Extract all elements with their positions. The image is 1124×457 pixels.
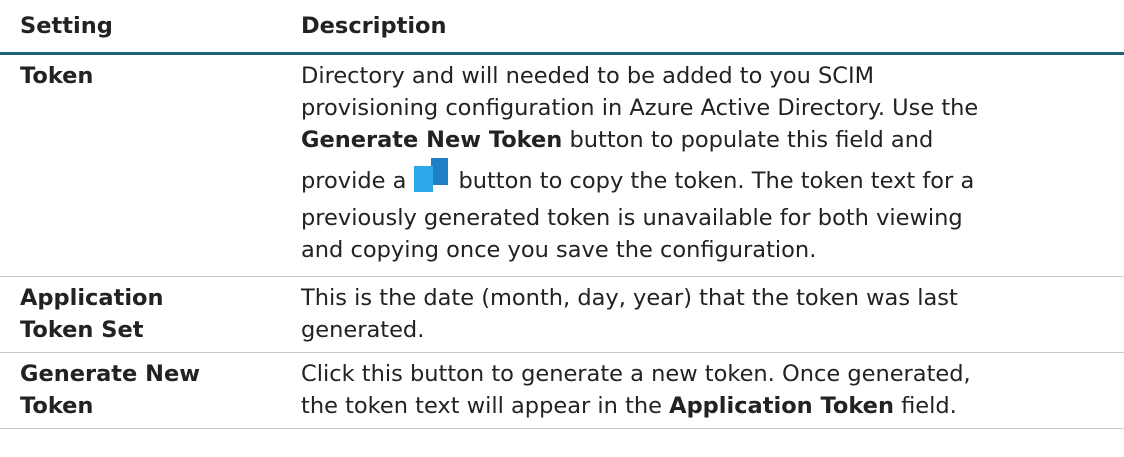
description-line: generated.: [301, 317, 425, 343]
table-header-row: Setting Description: [0, 0, 1124, 55]
description-text: button to copy the token. The token text…: [458, 168, 975, 194]
description-line: provide a button to copy the token. The t…: [301, 156, 1104, 202]
copy-icon: [414, 158, 449, 192]
description-line: previously generated token is unavailabl…: [301, 205, 963, 231]
setting-name-line: Generate New: [20, 361, 201, 387]
setting-column-header: Setting: [0, 0, 288, 55]
bold-term: Generate New Token: [301, 127, 563, 153]
description-line: This is the date (month, day, year) that…: [301, 285, 958, 311]
setting-name-line: Token Set: [20, 317, 144, 343]
description-line: Directory and will needed to be added to…: [301, 63, 875, 89]
table-row-generate-new-token: Generate New Token Click this button to …: [0, 352, 1124, 429]
description-line: provisioning configuration in Azure Acti…: [301, 95, 979, 121]
setting-description: This is the date (month, day, year) that…: [288, 276, 1124, 353]
description-text: provide a: [301, 168, 407, 194]
table-row-token: Token Directory and will needed to be ad…: [0, 53, 1124, 277]
table-row-application-token-set: Application Token Set This is the date (…: [0, 276, 1124, 353]
setting-description: Click this button to generate a new toke…: [288, 352, 1124, 429]
settings-table: Setting Description Token Directory and …: [0, 0, 1124, 429]
setting-name-line: Token: [20, 393, 94, 419]
description-text: button to populate this field and: [562, 127, 934, 153]
description-text: the token text will appear in the: [301, 393, 670, 419]
copy-icon-back: [431, 158, 449, 185]
setting-name-line: Application: [20, 285, 164, 311]
setting-name: Application Token Set: [0, 276, 288, 353]
setting-name: Generate New Token: [0, 352, 288, 429]
description-line: and copying once you save the configurat…: [301, 237, 817, 263]
description-line: Generate New Token button to populate th…: [301, 124, 1104, 156]
description-line: the token text will appear in the Applic…: [301, 390, 1104, 422]
setting-name: Token: [0, 53, 288, 277]
bold-term: Application Token: [669, 393, 894, 419]
description-column-header: Description: [288, 0, 1124, 55]
copy-icon-front: [414, 166, 434, 192]
setting-description: Directory and will needed to be added to…: [288, 53, 1124, 277]
description-text: field.: [893, 393, 957, 419]
description-line: Click this button to generate a new toke…: [301, 361, 971, 387]
